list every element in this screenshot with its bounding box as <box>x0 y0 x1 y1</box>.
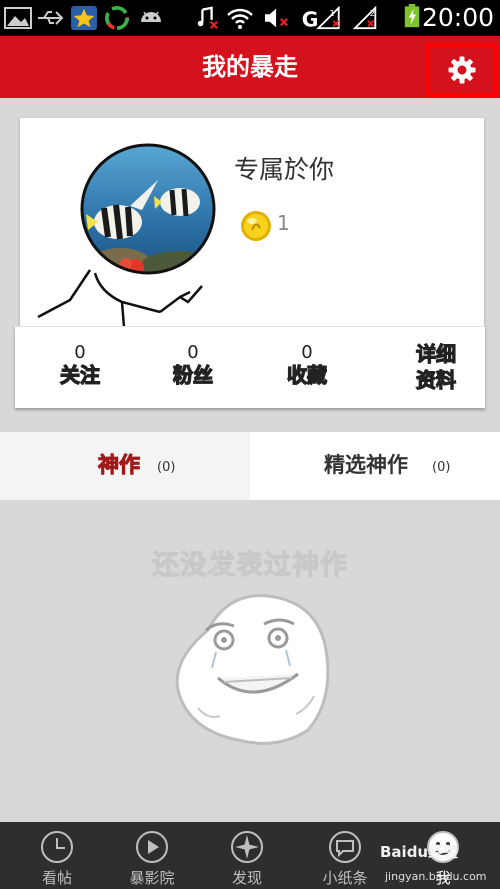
usb-icon <box>38 11 64 25</box>
app-header: 我的暴走 <box>0 36 500 98</box>
gear-icon <box>448 56 476 84</box>
tab-featured-count: (0) <box>432 460 451 475</box>
chat-bubble-icon <box>329 831 361 863</box>
detail-profile-button[interactable]: 详细 资料 <box>381 341 491 393</box>
svg-text:G: G <box>302 7 319 30</box>
following-count: 0 <box>74 342 86 363</box>
detail-line-2: 资料 <box>415 367 456 392</box>
watermark-subtext: jingyan.baidu.com <box>385 870 487 883</box>
volume-muted-icon <box>265 8 288 28</box>
status-time: 20:00 <box>421 3 494 32</box>
username: 专属於你 <box>234 155 335 184</box>
favorites-label: 收藏 <box>286 362 327 387</box>
nav-posts-label: 看帖 <box>41 869 72 887</box>
avatar[interactable] <box>30 142 220 332</box>
tab-featured-works[interactable]: 精选神作 (0) <box>250 432 500 500</box>
tab-works-label: 神作 <box>98 453 141 478</box>
page-title: 我的暴走 <box>202 53 298 81</box>
svg-text:2: 2 <box>370 8 375 18</box>
nav-cinema[interactable]: 暴影院 <box>102 822 202 889</box>
watermark-text: Baidu经验 <box>380 843 459 861</box>
coin-count: 1 <box>277 211 290 235</box>
stat-favorites[interactable]: 0 收藏 <box>252 327 362 409</box>
image-icon <box>4 7 32 29</box>
play-icon <box>136 831 168 863</box>
star-app-icon <box>71 6 97 30</box>
android-icon <box>141 11 161 22</box>
signal-2-icon: 2 <box>352 6 377 30</box>
favorites-count: 0 <box>301 342 313 363</box>
settings-button[interactable] <box>426 43 498 97</box>
tab-works[interactable]: 神作 (0) <box>0 432 250 500</box>
clock-icon <box>41 831 73 863</box>
stat-fans[interactable]: 0 粉丝 <box>138 327 248 409</box>
svg-text:1: 1 <box>329 8 334 18</box>
nav-discover[interactable]: 发现 <box>197 822 297 889</box>
nav-discover-label: 发现 <box>231 869 262 887</box>
nav-notes-label: 小纸条 <box>322 869 368 887</box>
tab-works-count: (0) <box>157 460 176 475</box>
fans-count: 0 <box>187 342 199 363</box>
forever-alone-face-icon <box>175 594 330 745</box>
wifi-icon <box>227 8 253 29</box>
music-muted-icon <box>197 6 218 29</box>
battery-charging-icon <box>404 4 420 28</box>
nav-posts[interactable]: 看帖 <box>7 822 107 889</box>
detail-line-1: 详细 <box>415 341 456 366</box>
signal-1-icon: G 1 <box>302 6 340 30</box>
status-bar: G 1 2 20:00 <box>0 0 500 36</box>
stat-following[interactable]: 0 关注 <box>25 327 135 409</box>
following-label: 关注 <box>59 362 100 387</box>
empty-state-text: 还没发表过神作 <box>152 550 348 582</box>
tab-featured-label: 精选神作 <box>324 453 408 477</box>
stats-row: 0 关注 0 粉丝 0 收藏 详细 资料 <box>15 326 485 408</box>
sync-icon <box>105 6 129 30</box>
nav-cinema-label: 暴影院 <box>129 869 175 887</box>
fans-label: 粉丝 <box>172 362 213 387</box>
compass-icon <box>231 831 263 863</box>
coin-icon <box>241 211 271 241</box>
